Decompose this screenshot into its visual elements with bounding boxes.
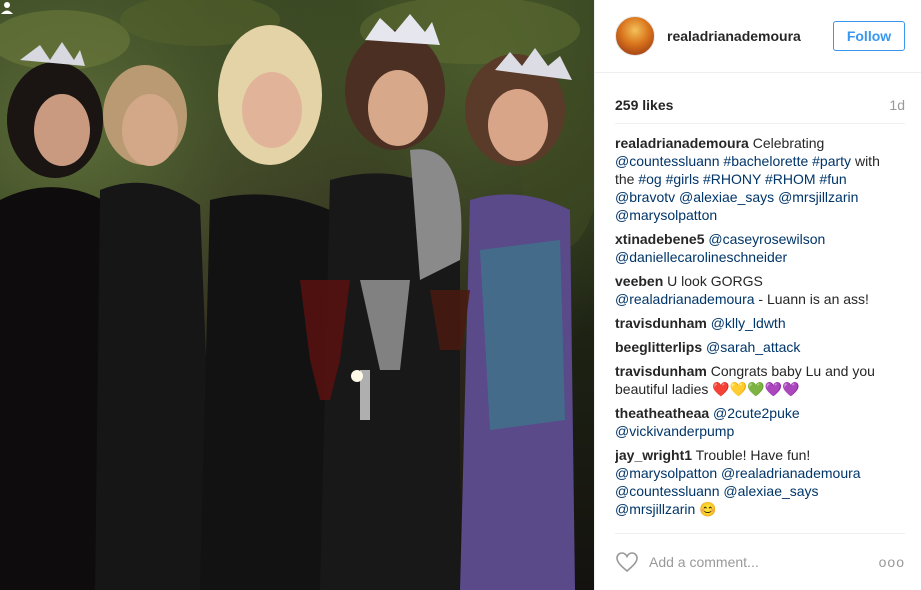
comment-link[interactable]: @bravotv xyxy=(615,189,675,205)
comment-item: veeben U look GORGS @realadrianademoura … xyxy=(615,272,905,308)
comment-item: beeglitterlips @sarah_attack xyxy=(615,338,905,356)
comment-link[interactable]: @realadrianademoura xyxy=(615,291,755,307)
comment-item: travisdunham Congrats baby Lu and you be… xyxy=(615,362,905,398)
comment-text: U look GORGS xyxy=(667,273,763,289)
user-tag-icon[interactable] xyxy=(0,0,14,14)
comment-link[interactable]: @2cute2puke xyxy=(713,405,800,421)
comment-link[interactable]: #girls xyxy=(666,171,699,187)
ellipsis-icon[interactable]: ooo xyxy=(877,554,905,570)
comment-link[interactable]: @daniellecarolineschneider xyxy=(615,249,787,265)
comment-link[interactable]: @alexiae_says xyxy=(679,189,774,205)
comment-item: jay_wright1 Trouble! Have fun! @marysolp… xyxy=(615,446,905,518)
comment-item: realadrianademoura Celebrating @countess… xyxy=(615,134,905,224)
photo-illustration xyxy=(0,0,594,590)
comment-link[interactable]: @marysolpatton xyxy=(615,465,717,481)
comment-username[interactable]: jay_wright1 xyxy=(615,447,692,463)
heart-outline-icon[interactable] xyxy=(615,551,639,573)
post-stats: 259 likes 1d xyxy=(595,73,921,123)
comment-bar: ooo xyxy=(615,533,905,590)
follow-button[interactable]: Follow xyxy=(833,21,905,51)
post-view: realadrianademoura Follow 259 likes 1d r… xyxy=(0,0,921,590)
comment-username[interactable]: realadrianademoura xyxy=(615,135,749,151)
comment-username[interactable]: xtinadebene5 xyxy=(615,231,704,247)
comment-link[interactable]: @sarah_attack xyxy=(706,339,800,355)
post-age[interactable]: 1d xyxy=(889,97,905,113)
comment-link[interactable]: @marysolpatton xyxy=(615,207,717,223)
comment-text: 😊 xyxy=(695,501,717,517)
post-photo[interactable] xyxy=(0,0,594,590)
comment-text: Celebrating xyxy=(752,135,825,151)
comment-item: xtinadebene5 @caseyrosewilson @daniellec… xyxy=(615,230,905,266)
comment-text: Trouble! Have fun! xyxy=(695,447,811,463)
comment-username[interactable]: beeglitterlips xyxy=(615,339,702,355)
post-header: realadrianademoura Follow xyxy=(595,0,921,73)
comment-username[interactable]: travisdunham xyxy=(615,315,707,331)
comment-link[interactable]: #fun xyxy=(819,171,846,187)
comment-username[interactable]: veeben xyxy=(615,273,663,289)
post-sidebar: realadrianademoura Follow 259 likes 1d r… xyxy=(594,0,921,590)
comment-username[interactable]: travisdunham xyxy=(615,363,707,379)
comments-section[interactable]: realadrianademoura Celebrating @countess… xyxy=(615,123,905,533)
comment-link[interactable]: @caseyrosewilson xyxy=(708,231,825,247)
comment-link[interactable]: @mrsjillzarin xyxy=(615,501,695,517)
likes-count[interactable]: 259 likes xyxy=(615,97,673,113)
comment-link[interactable]: @vickivanderpump xyxy=(615,423,734,439)
comment-link[interactable]: #RHONY xyxy=(703,171,761,187)
comment-text: - Luann is an ass! xyxy=(754,291,869,307)
comment-link[interactable]: #party xyxy=(812,153,851,169)
comment-link[interactable]: @alexiae_says xyxy=(723,483,818,499)
comment-item: theatheatheaa @2cute2puke @vickivanderpu… xyxy=(615,404,905,440)
comment-link[interactable]: @realadrianademoura xyxy=(721,465,861,481)
comment-link[interactable]: #og xyxy=(638,171,661,187)
comment-username[interactable]: theatheatheaa xyxy=(615,405,709,421)
avatar[interactable] xyxy=(615,16,655,56)
comment-link[interactable]: #bachelorette xyxy=(723,153,808,169)
comment-item: travisdunham @klly_ldwth xyxy=(615,314,905,332)
comments-list: realadrianademoura Celebrating @countess… xyxy=(615,124,905,518)
comment-link[interactable]: @mrsjillzarin xyxy=(778,189,858,205)
comment-input[interactable] xyxy=(649,554,877,570)
comment-link[interactable]: #RHOM xyxy=(765,171,816,187)
comment-link[interactable]: @countessluann xyxy=(615,153,720,169)
comment-link[interactable]: @countessluann xyxy=(615,483,720,499)
username[interactable]: realadrianademoura xyxy=(667,28,833,44)
comment-link[interactable]: @klly_ldwth xyxy=(711,315,786,331)
